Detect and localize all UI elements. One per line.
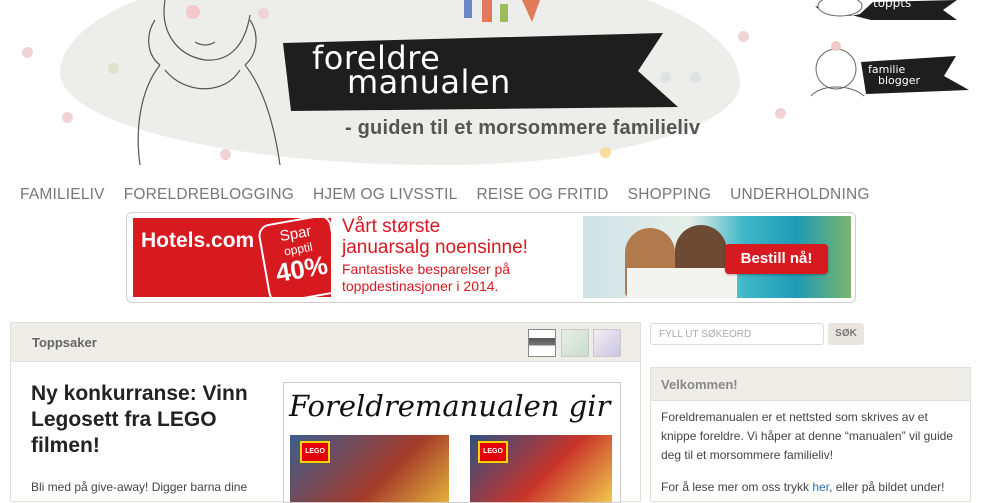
toppsaker-panel: Toppsaker Ny konkurranse: Vinn Legosett …: [10, 322, 641, 503]
decor-dot: [108, 63, 119, 74]
welcome-more-text-start: For å lese mer om oss trykk: [661, 480, 813, 494]
nav-item-familieliv[interactable]: FAMILIELIV: [20, 186, 105, 206]
ad-discount-badge: Spar opptil 40%: [256, 213, 344, 302]
welcome-intro-text: Foreldremanualen er et nettsted som skri…: [661, 410, 953, 462]
main-navigation: FAMILIELIV FORELDREBLOGGING HJEM OG LIVS…: [20, 186, 889, 206]
search-input[interactable]: FYLL UT SØKEORD: [650, 323, 824, 345]
decor-dot: [22, 47, 33, 58]
slide-thumb-2[interactable]: [561, 329, 589, 357]
toppsaker-title: Toppsaker: [32, 335, 97, 350]
toppsaker-header: Toppsaker: [11, 323, 640, 362]
ad-subtext: Fantastiske besparelser på toppdestinasj…: [342, 261, 510, 295]
nav-item-hjem-og-livsstil[interactable]: HJEM OG LIVSSTIL: [313, 186, 457, 206]
toppts-badge-label[interactable]: toppts: [873, 0, 911, 9]
decor-dot: [62, 112, 73, 123]
ad-subtext-line-1: Fantastiske besparelser på: [342, 261, 511, 277]
ad-brand-logo: Hotels.com: [141, 229, 255, 252]
welcome-more-text: For å lese mer om oss trykk her, eller p…: [661, 480, 966, 494]
article-feature-image[interactable]: Foreldremanualen gir b LEGO LEGO: [283, 382, 621, 503]
search-button[interactable]: SØK: [828, 323, 864, 345]
nav-item-reise-og-fritid[interactable]: REISE OG FRITID: [476, 186, 608, 206]
lego-logo-icon: LEGO: [300, 441, 330, 463]
ad-book-now-button[interactable]: Bestill nå!: [725, 244, 828, 274]
slide-thumb-1[interactable]: [528, 329, 556, 357]
ad-headline: Vårt største januarsalg noensinne!: [342, 216, 528, 258]
ad-headline-line-1: Vårt største: [342, 216, 441, 237]
site-tagline: - guiden til et morsommere familieliv: [345, 117, 701, 139]
logo-line-2[interactable]: manualen: [347, 66, 511, 98]
hotels-ad-banner[interactable]: Hotels.com Spar opptil 40% Vårt største …: [126, 212, 856, 303]
family-figures-illustration: [464, 0, 540, 22]
feature-image-caption: Foreldremanualen gir b: [289, 389, 621, 423]
ad-subtext-line-2: toppdestinasjoner i 2014.: [342, 278, 499, 294]
familieblogger-badge-line-2[interactable]: blogger: [878, 75, 920, 86]
nav-item-foreldreblogging[interactable]: FORELDREBLOGGING: [124, 186, 294, 206]
site-header: foreldre manualen - guiden til et morsom…: [0, 0, 985, 170]
article-excerpt: Bli med på give-away! Digger barna dine: [31, 480, 248, 494]
decor-dot: [690, 72, 701, 83]
nav-item-shopping[interactable]: SHOPPING: [628, 186, 711, 206]
ad-photo-map: [627, 268, 737, 298]
ad-headline-line-2: januarsalg noensinne!: [342, 237, 528, 258]
nav-item-underholdning[interactable]: UNDERHOLDNING: [730, 186, 870, 206]
decor-dot: [738, 31, 749, 42]
welcome-header: Velkommen!: [651, 368, 970, 401]
slide-thumb-3[interactable]: [593, 329, 621, 357]
lego-logo-icon: LEGO: [478, 441, 508, 463]
welcome-title: Velkommen!: [661, 377, 738, 392]
decor-dot: [600, 147, 611, 158]
welcome-widget: Velkommen! Foreldremanualen er et nettst…: [650, 367, 971, 502]
welcome-more-text-end: , eller på bildet under!: [829, 480, 945, 494]
girl-sketch-illustration: [137, 0, 281, 165]
decor-dot: [775, 108, 786, 119]
about-us-link[interactable]: her: [812, 480, 829, 494]
article-title[interactable]: Ny konkurranse: Vinn Legosett fra LEGO f…: [31, 381, 271, 459]
